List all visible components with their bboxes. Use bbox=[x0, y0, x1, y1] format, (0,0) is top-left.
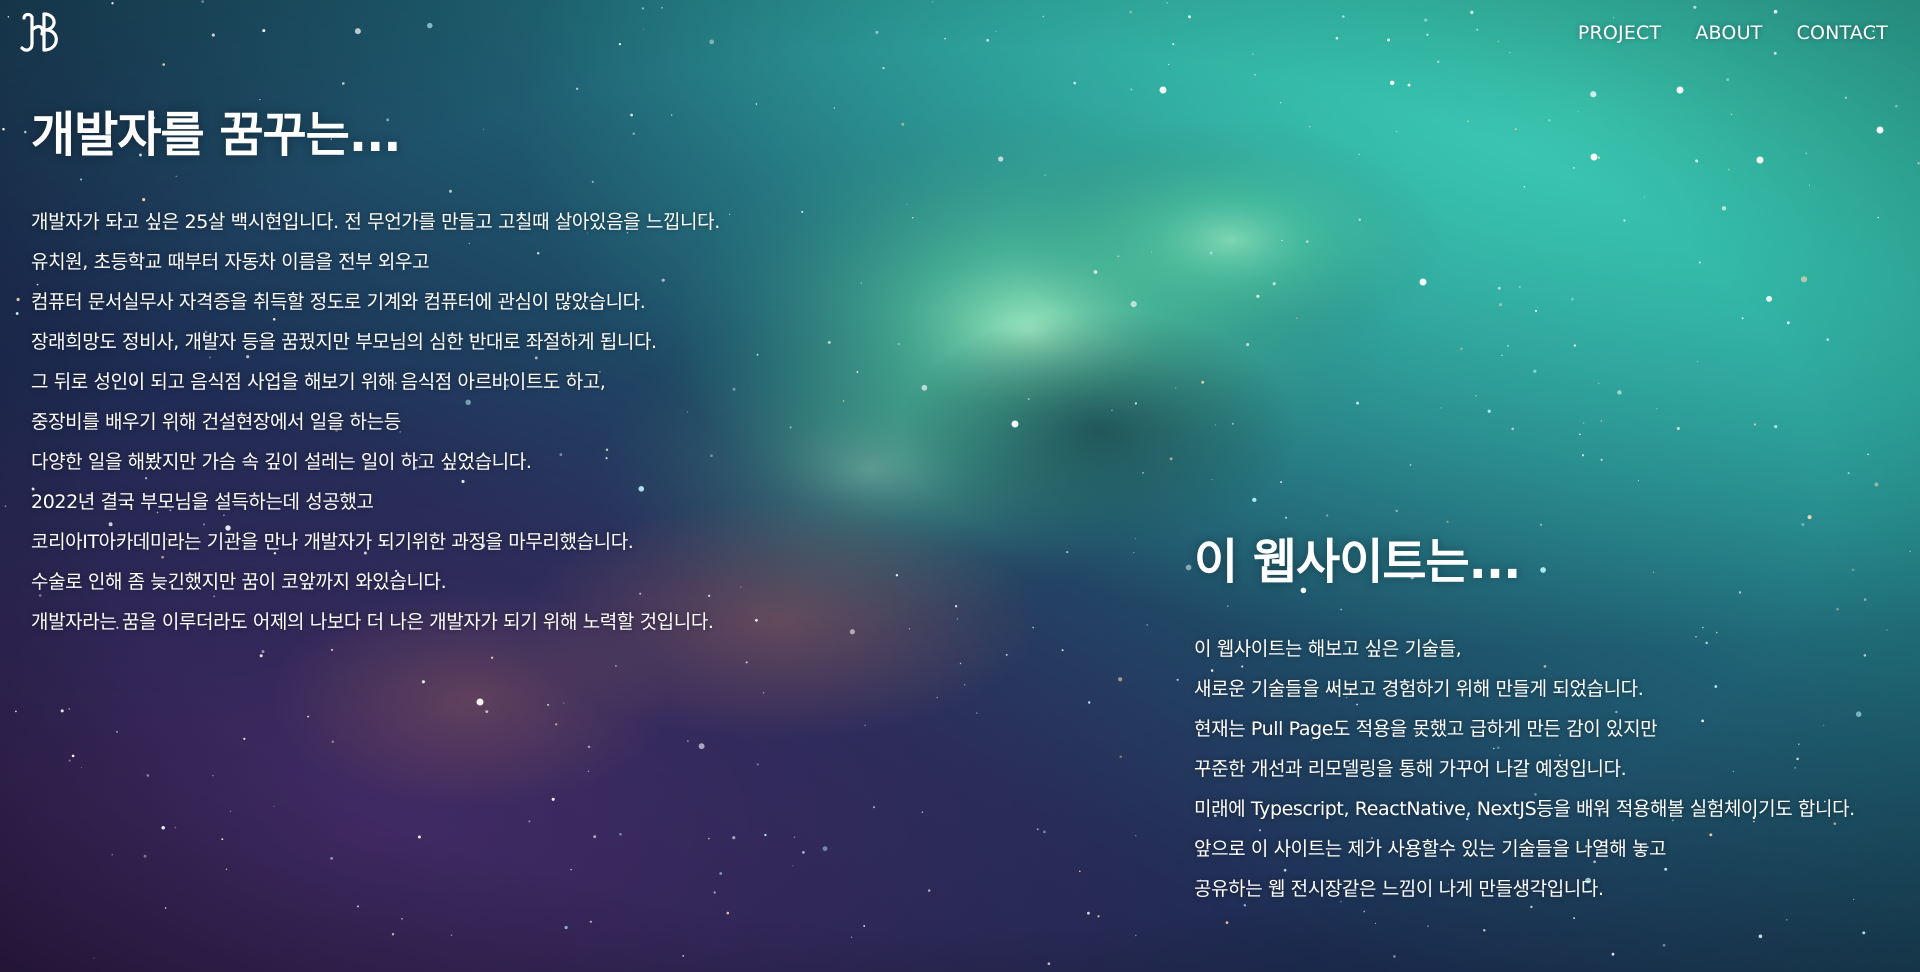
intro-line: 개발자라는 꿈을 이루더라도 어제의 나보다 더 나은 개발자가 되기 위해 노… bbox=[31, 611, 714, 633]
intro-line: 다양한 일을 해봤지만 가슴 속 깊이 설레는 일이 하고 싶었습니다. bbox=[31, 451, 532, 473]
about-site-title: 이 웹사이트는... bbox=[1194, 534, 1521, 590]
intro-title: 개발자를 꿈꾸는... bbox=[31, 107, 402, 163]
about-site-line: 꾸준한 개선과 리모델링을 통해 가꾸어 나갈 예정입니다. bbox=[1194, 758, 1627, 780]
logo-icon[interactable] bbox=[18, 10, 66, 56]
intro-line: 2022년 결국 부모님을 설득하는데 성공했고 bbox=[31, 491, 374, 513]
intro-line: 그 뒤로 성인이 되고 음식점 사업을 해보기 위해 음식점 아르바이트도 하고… bbox=[31, 371, 606, 393]
intro-line: 개발자가 되고 싶은 25살 백시현입니다. 전 무언가를 만들고 고칠때 살아… bbox=[31, 211, 720, 233]
nav-about[interactable]: ABOUT bbox=[1695, 22, 1762, 44]
intro-text: 개발자가 되고 싶은 25살 백시현입니다. 전 무언가를 만들고 고칠때 살아… bbox=[31, 202, 851, 642]
about-site-line: 새로운 기술들을 써보고 경험하기 위해 만들게 되었습니다. bbox=[1194, 678, 1644, 700]
about-site-line: 공유하는 웹 전시장같은 느낌이 나게 만들생각입니다. bbox=[1194, 878, 1604, 900]
about-site-line: 현재는 Pull Page도 적용을 못했고 급하게 만든 감이 있지만 bbox=[1194, 718, 1658, 740]
intro-line: 유치원, 초등학교 때부터 자동차 이름을 전부 외우고 bbox=[31, 251, 430, 273]
about-site-line: 앞으로 이 사이트는 제가 사용할수 있는 기술들을 나열해 놓고 bbox=[1194, 838, 1667, 860]
intro-line: 컴퓨터 문서실무사 자격증을 취득할 정도로 기계와 컴퓨터에 관심이 많았습니… bbox=[31, 291, 646, 313]
intro-line: 수술로 인해 좀 늦긴했지만 꿈이 코앞까지 와있습니다. bbox=[31, 571, 447, 593]
about-site-line: 미래에 Typescript, ReactNative, NextJS등을 배워… bbox=[1194, 798, 1855, 820]
nav-contact[interactable]: CONTACT bbox=[1796, 22, 1888, 44]
intro-line: 장래희망도 정비사, 개발자 등을 꿈꿨지만 부모님의 심한 반대로 좌절하게 … bbox=[31, 331, 657, 353]
about-site-section: 이 웹사이트는... 이 웹사이트는 해보고 싶은 기술들, 새로운 기술들을 … bbox=[1194, 533, 1914, 909]
about-site-text: 이 웹사이트는 해보고 싶은 기술들, 새로운 기술들을 써보고 경험하기 위해… bbox=[1194, 629, 1914, 909]
site-header: PROJECT ABOUT CONTACT bbox=[0, 0, 1920, 70]
nav-project[interactable]: PROJECT bbox=[1578, 22, 1662, 44]
about-site-line: 이 웹사이트는 해보고 싶은 기술들, bbox=[1194, 638, 1462, 660]
intro-line: 중장비를 배우기 위해 건설현장에서 일을 하는등 bbox=[31, 411, 401, 433]
intro-line: 코리아IT아카데미라는 기관을 만나 개발자가 되기위한 과정을 마무리했습니다… bbox=[31, 531, 634, 553]
intro-section: 개발자를 꿈꾸는... 개발자가 되고 싶은 25살 백시현입니다. 전 무언가… bbox=[31, 106, 851, 642]
main-nav: PROJECT ABOUT CONTACT bbox=[1578, 22, 1888, 44]
